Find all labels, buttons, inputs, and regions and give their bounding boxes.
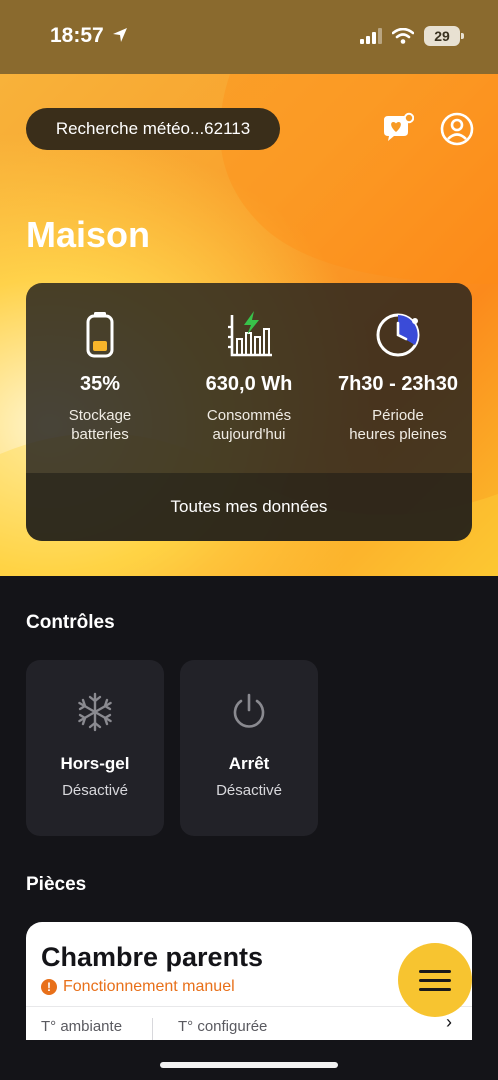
- all-data-label: Toutes mes données: [170, 497, 328, 516]
- room-configured-temp-label: T° configurée: [178, 1018, 268, 1035]
- stat-battery-storage: 35% Stockage batteries: [26, 283, 174, 444]
- weather-search-label: Recherche météo...62113: [55, 119, 251, 138]
- clock-period-icon: [376, 313, 420, 357]
- room-ambient-temp-label: T° ambiante: [41, 1018, 123, 1035]
- energy-bars-icon: [228, 311, 272, 357]
- status-time: 18:57: [50, 24, 128, 48]
- status-bar: 18:57 29: [0, 0, 498, 74]
- stat-value: 630,0 Wh: [205, 373, 293, 395]
- signal-icon: [360, 28, 382, 44]
- stat-label-line1: Période: [372, 407, 424, 424]
- stat-label: Consommés aujourd'hui: [175, 406, 323, 444]
- all-data-button[interactable]: Toutes mes données: [26, 473, 472, 541]
- location-arrow-icon: [112, 28, 127, 42]
- battery-level-icon: [86, 312, 114, 358]
- snowflake-icon: [78, 692, 112, 732]
- hero-section: Recherche météo...62113 Maison 35% Stock…: [0, 74, 498, 576]
- stat-value: 7h30 - 23h30: [337, 373, 459, 395]
- chevron-right-icon[interactable]: ›: [446, 1012, 452, 1033]
- stat-label: Période heures pleines: [324, 406, 472, 444]
- stat-consumption: 630,0 Wh Consommés aujourd'hui: [175, 283, 323, 444]
- controls-section-title: Contrôles: [26, 612, 115, 633]
- control-frost-protection[interactable]: Hors-gel Désactivé: [26, 660, 164, 836]
- control-off[interactable]: Arrêt Désactivé: [180, 660, 318, 836]
- stat-label-line2: aujourd'hui: [212, 426, 286, 443]
- profile-icon[interactable]: [440, 112, 474, 146]
- stat-label-line1: Consommés: [206, 407, 292, 424]
- stat-peak-hours: 7h30 - 23h30 Période heures pleines: [324, 283, 472, 444]
- room-status: ! Fonctionnement manuel: [41, 978, 235, 996]
- menu-icon-line: [419, 978, 451, 982]
- control-state: Désactivé: [62, 782, 128, 799]
- power-icon: [233, 693, 265, 728]
- control-state: Désactivé: [216, 782, 282, 799]
- status-time-text: 18:57: [50, 24, 104, 47]
- warning-icon: !: [41, 979, 57, 995]
- stats-card: 35% Stockage batteries 630,0 Wh Consommé…: [26, 283, 472, 541]
- stat-label: Stockage batteries: [26, 406, 174, 444]
- menu-icon-line: [419, 969, 451, 973]
- rooms-section-title: Pièces: [26, 874, 87, 895]
- heart-chat-icon[interactable]: [380, 112, 414, 146]
- stat-label-line1: Stockage: [68, 407, 132, 424]
- room-column-separator: [152, 1018, 153, 1040]
- room-name: Chambre parents: [41, 942, 264, 972]
- status-icons: 29: [360, 26, 464, 46]
- room-status-text: Fonctionnement manuel: [63, 978, 235, 995]
- page-title: Maison: [26, 214, 151, 255]
- menu-button[interactable]: [398, 943, 472, 1017]
- battery-icon: 29: [424, 26, 464, 46]
- control-name: Arrêt: [228, 754, 270, 773]
- control-name: Hors-gel: [60, 754, 130, 773]
- menu-icon-line: [419, 987, 451, 991]
- stat-value: 35%: [79, 373, 121, 395]
- room-divider: [26, 1006, 472, 1007]
- home-indicator[interactable]: [160, 1062, 338, 1068]
- stat-label-line2: heures pleines: [349, 426, 447, 443]
- weather-search-button[interactable]: Recherche météo...62113: [26, 108, 280, 150]
- stat-label-line2: batteries: [71, 426, 129, 443]
- battery-percent: 29: [434, 28, 450, 44]
- wifi-icon: [392, 28, 414, 44]
